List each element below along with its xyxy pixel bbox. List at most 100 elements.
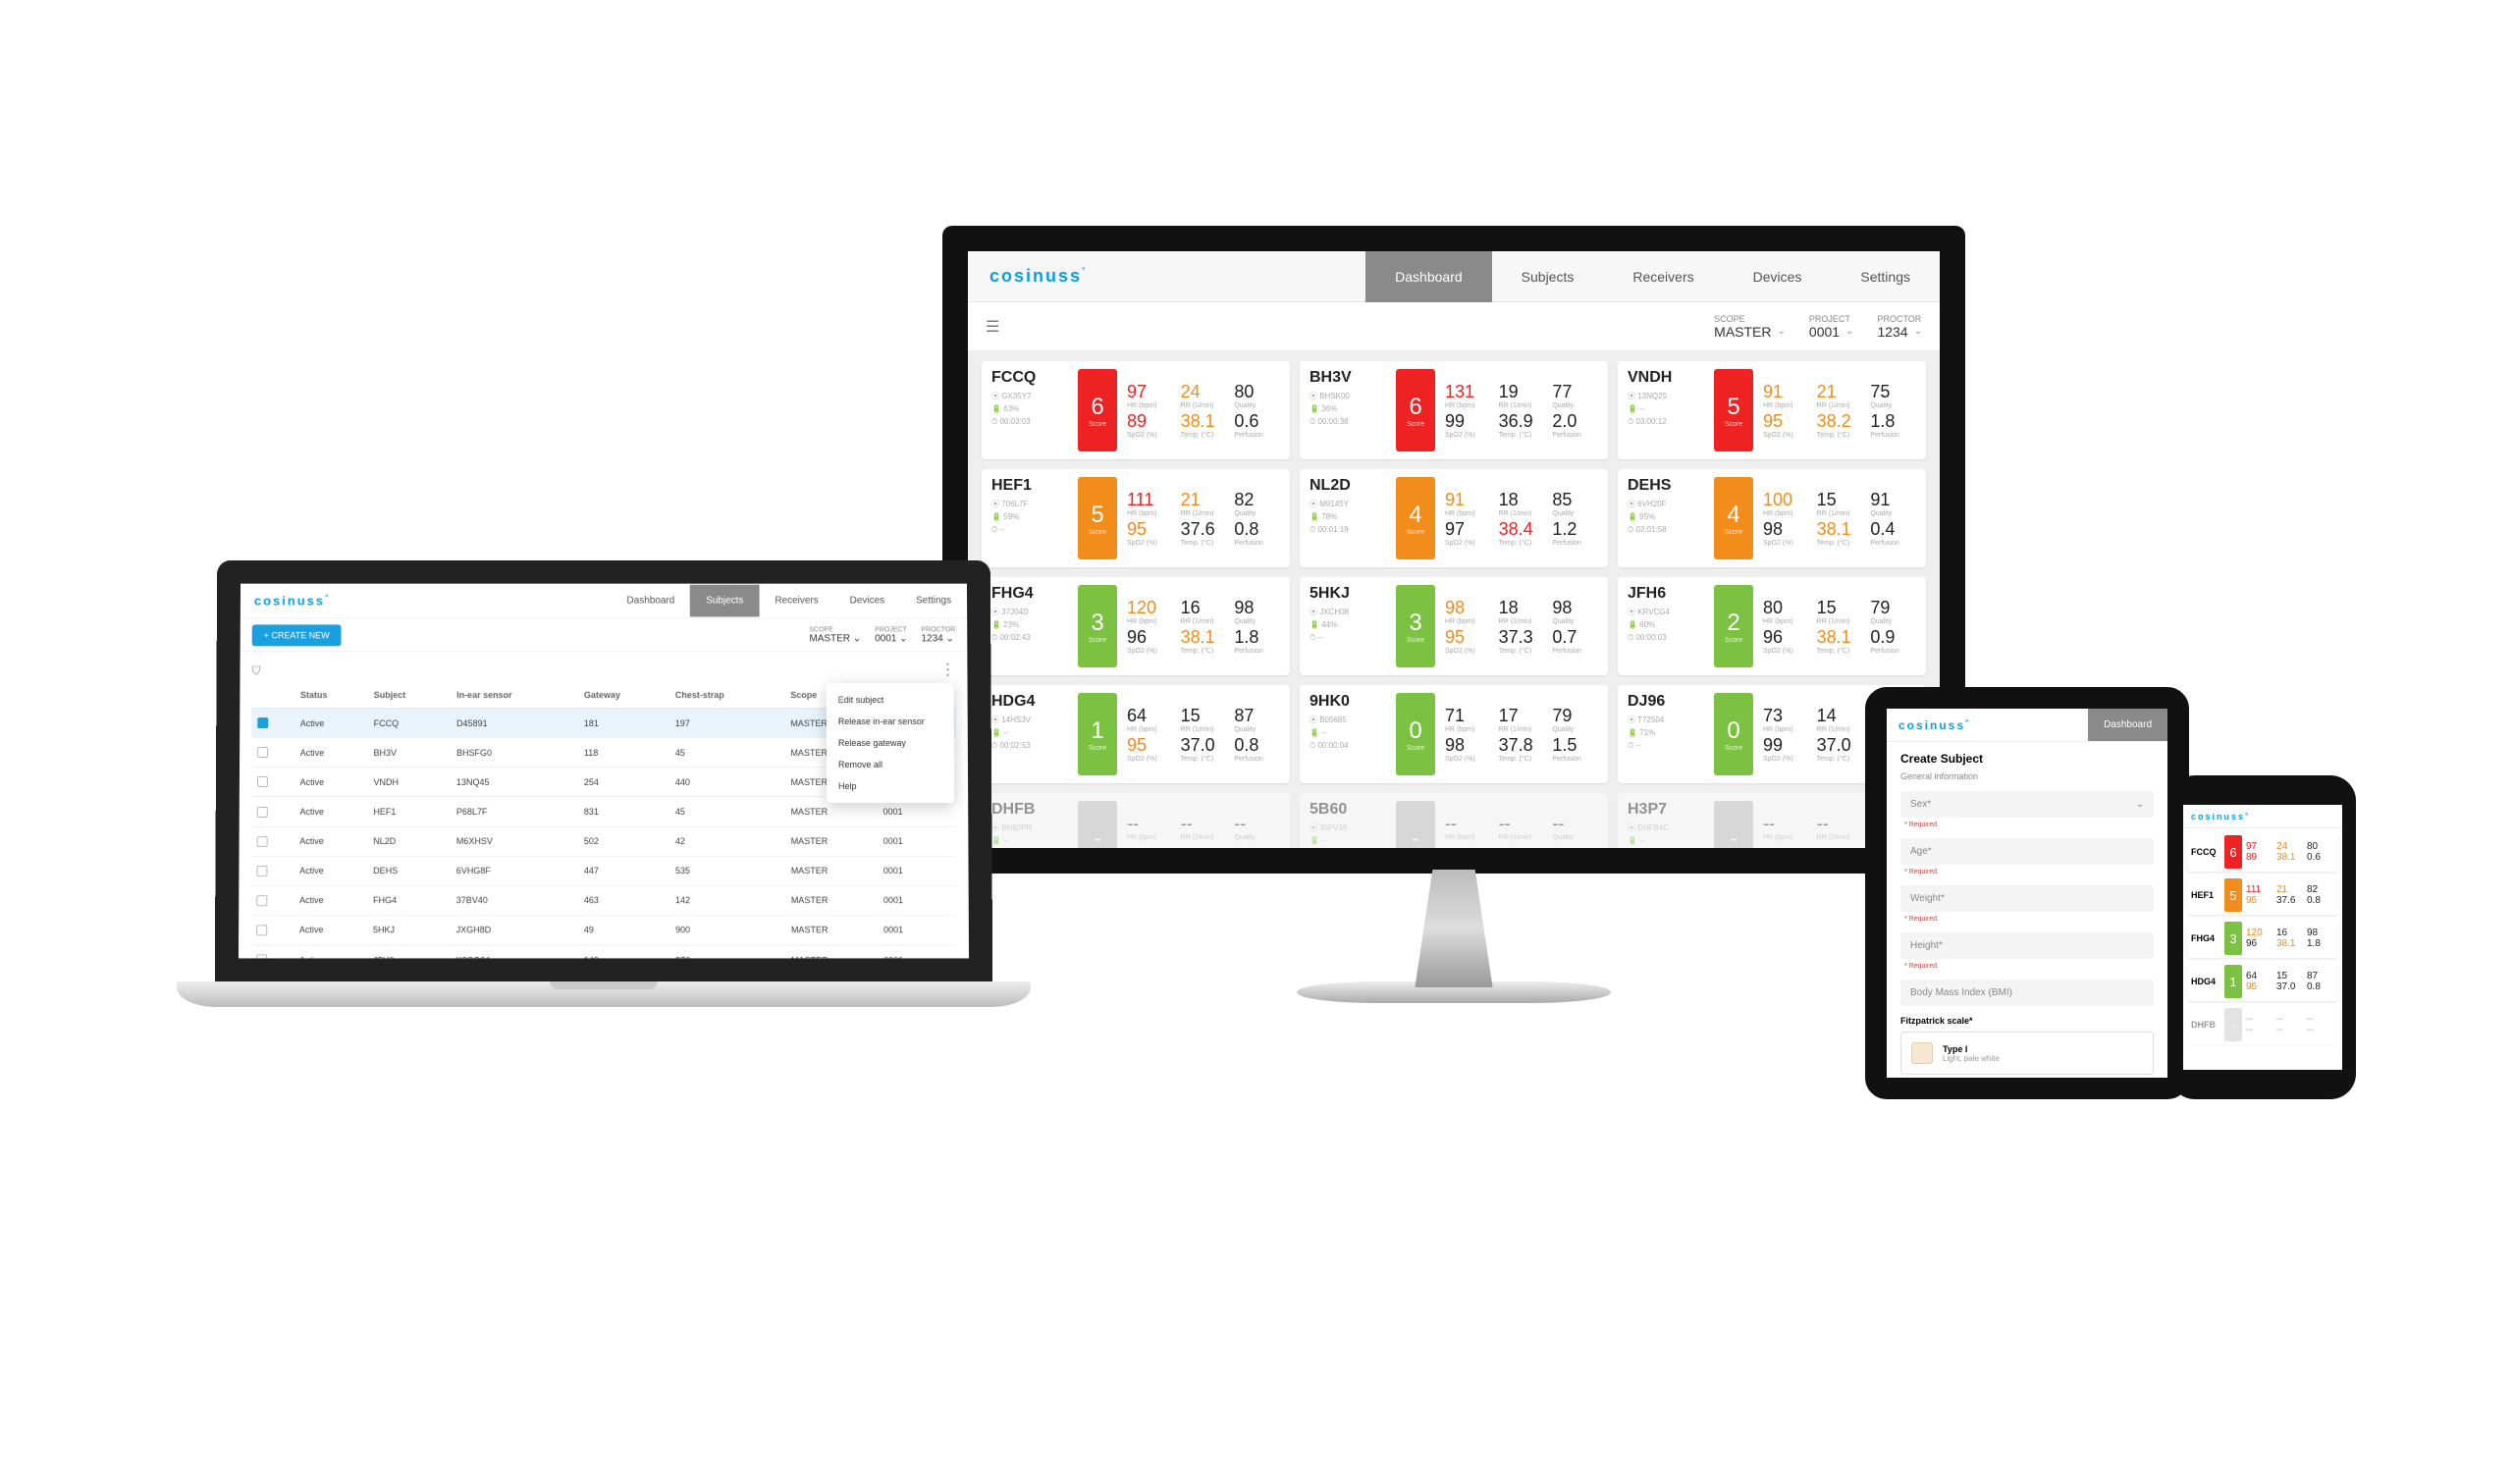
laptop-header: cosinuss° DashboardSubjectsReceiversDevi…	[241, 584, 967, 619]
proctor-select[interactable]: PROCTOR1234 ⌄	[921, 626, 955, 644]
laptop-toolbar: + CREATE NEW SCOPEMASTER ⌄ PROJECT0001 ⌄…	[241, 618, 968, 652]
chevron-down-icon: ⌄	[2136, 799, 2144, 810]
column-header[interactable]: Subject	[368, 682, 451, 708]
kebab-menu-icon[interactable]: ⋮	[939, 660, 955, 679]
column-header[interactable]: Chest-strap	[669, 682, 785, 708]
tablet-header: cosinuss° Dashboard	[1887, 709, 2167, 742]
skin-swatch	[1911, 1042, 1933, 1064]
table-row[interactable]: ActiveDEHS6VHG8F447535MASTER0001	[250, 856, 956, 885]
tab-devices[interactable]: Devices	[834, 585, 901, 617]
chevron-down-icon: ⌄	[1914, 326, 1922, 337]
create-subject-form: Create Subject General information Sex*⌄…	[1887, 742, 2167, 1085]
column-header[interactable]	[251, 682, 294, 708]
tab-dashboard[interactable]: Dashboard	[2088, 709, 2167, 741]
monitor-tabs: DashboardSubjectsReceiversDevicesSetting…	[1365, 251, 1940, 302]
tab-settings[interactable]: Settings	[1831, 251, 1940, 302]
context-menu-item[interactable]: Edit subject	[827, 689, 954, 711]
row-checkbox[interactable]	[257, 806, 268, 817]
filter-icon[interactable]: ⛉	[251, 660, 260, 682]
form-field[interactable]: Age*	[1900, 838, 2154, 865]
tablet-screen: cosinuss° Dashboard Create Subject Gener…	[1865, 687, 2189, 1099]
subject-card[interactable]: 5HKJ⦿ JXCH08🔋 44%⏱ --3Score98HR (bpm)18R…	[1300, 577, 1608, 675]
subjects-panel: ⛉ ⋮ Edit subjectRelease in-ear sensorRel…	[238, 652, 970, 981]
tablet-device: cosinuss° Dashboard Create Subject Gener…	[1865, 687, 2189, 1099]
row-checkbox[interactable]	[256, 866, 267, 876]
tab-settings[interactable]: Settings	[900, 585, 967, 617]
subject-card[interactable]: JFH6⦿ KRVCG4🔋 60%⏱ 00:00:032Score80HR (b…	[1618, 577, 1926, 675]
laptop-screen: cosinuss° DashboardSubjectsReceiversDevi…	[215, 560, 992, 982]
tab-subjects[interactable]: Subjects	[1492, 251, 1604, 302]
subject-card[interactable]: HDG4⦿ 14HS3V🔋 --⏱ 00:02:531Score64HR (bp…	[982, 685, 1290, 783]
phone-card-list: FCCQ69724808938.10.6HEF1511121829537.60.…	[2183, 828, 2342, 1048]
context-menu-item[interactable]: Release in-ear sensor	[827, 711, 954, 732]
tab-subjects[interactable]: Subjects	[690, 585, 759, 617]
subject-card[interactable]: FHG4⦿ 37J04D🔋 23%⏱ 00:02:433Score120HR (…	[982, 577, 1290, 675]
table-row[interactable]: ActiveNL2DM6XHSV50242MASTER0001	[251, 826, 957, 856]
subject-card[interactable]: DHFB-------------	[2187, 1005, 2338, 1044]
required-hint: * Required	[1904, 916, 2154, 923]
subject-card[interactable]: FCCQ⦿ GX35Y7🔋 63%⏱ 00:03:036Score97HR (b…	[982, 361, 1290, 459]
subject-card[interactable]: HDG416415879537.00.8	[2187, 962, 2338, 1001]
fitzpatrick-option[interactable]: Type I Light, pale white	[1900, 1032, 2154, 1075]
column-header[interactable]: In-ear sensor	[451, 682, 578, 708]
required-hint: * Required	[1904, 963, 2154, 970]
table-row[interactable]: Active5HKJJXGH8D49900MASTER0001	[250, 916, 957, 945]
table-row[interactable]: ActiveFHG437BV40463142MASTER0001	[250, 885, 957, 915]
phone-screen: cosinuss° FCCQ69724808938.10.6HEF1511121…	[2169, 775, 2356, 1099]
form-field[interactable]: Body Mass Index (BMI)	[1900, 980, 2154, 1006]
row-checkbox[interactable]	[257, 747, 268, 758]
laptop-device: cosinuss° DashboardSubjectsReceiversDevi…	[216, 559, 991, 1007]
subject-card[interactable]: VNDH⦿ 13NQ25🔋 --⏱ 03:00:125Score91HR (bp…	[1618, 361, 1926, 459]
scope-select[interactable]: SCOPEMASTER ⌄	[809, 626, 861, 644]
subject-card[interactable]: FCCQ69724808938.10.6	[2187, 832, 2338, 872]
subject-card[interactable]: DEHS⦿ 6VH20F🔋 95%⏱ 02:01:584Score100HR (…	[1618, 469, 1926, 567]
tab-dashboard[interactable]: Dashboard	[1365, 251, 1492, 302]
dashboard-grid: FCCQ⦿ GX35Y7🔋 63%⏱ 00:03:036Score97HR (b…	[968, 351, 1940, 874]
row-checkbox[interactable]	[256, 925, 267, 935]
column-header[interactable]: Gateway	[578, 682, 669, 708]
phone-device: cosinuss° FCCQ69724808938.10.6HEF1511121…	[2169, 775, 2356, 1099]
laptop-tabs: DashboardSubjectsReceiversDevicesSetting…	[612, 585, 968, 617]
subject-card[interactable]: 5B60⦿ 35FV39🔋 --⏱ 00:00:00-Score--HR (bp…	[1300, 793, 1608, 874]
table-row[interactable]: ActiveJFH6K8CG34149876MASTER0001	[250, 945, 957, 975]
monitor-screen: cosinuss° DashboardSubjectsReceiversDevi…	[942, 226, 1965, 874]
tab-receivers[interactable]: Receivers	[1603, 251, 1723, 302]
proctor-select[interactable]: PROCTOR 1234⌄	[1877, 314, 1922, 340]
tab-receivers[interactable]: Receivers	[759, 585, 833, 617]
form-field[interactable]: Sex*⌄	[1900, 791, 2154, 818]
subject-card[interactable]: HEF1511121829537.60.8	[2187, 875, 2338, 915]
row-checkbox[interactable]	[256, 955, 267, 966]
tab-dashboard[interactable]: Dashboard	[612, 585, 691, 617]
monitor-header: cosinuss° DashboardSubjectsReceiversDevi…	[968, 251, 1940, 302]
chevron-down-icon: ⌄	[1778, 326, 1786, 337]
subject-card[interactable]: HEF1⦿ 706L7F🔋 59%⏱ --5Score111HR (bpm)21…	[982, 469, 1290, 567]
row-checkbox[interactable]	[257, 776, 268, 787]
row-checkbox[interactable]	[257, 836, 268, 847]
chevron-down-icon: ⌄	[1845, 326, 1853, 337]
create-new-button[interactable]: + CREATE NEW	[252, 624, 342, 646]
tab-devices[interactable]: Devices	[1724, 251, 1832, 302]
subject-card[interactable]: BH3V⦿ BHSK00🔋 36%⏱ 00:00:386Score131HR (…	[1300, 361, 1608, 459]
required-hint: * Required	[1904, 822, 2154, 828]
subject-card[interactable]: 9HK0⦿ B05685🔋 --⏱ 00:00:040Score71HR (bp…	[1300, 685, 1608, 783]
filter-icon[interactable]: ☰	[986, 317, 999, 337]
subject-card[interactable]: NL2D⦿ M9145Y🔋 78%⏱ 00:01:194Score91HR (b…	[1300, 469, 1608, 567]
project-select[interactable]: PROJECT 0001⌄	[1809, 314, 1854, 340]
context-menu-item[interactable]: Release gateway	[827, 732, 954, 754]
phone-header: cosinuss°	[2183, 805, 2342, 828]
context-menu-item[interactable]: Remove all	[827, 754, 954, 775]
required-hint: * Required	[1904, 869, 2154, 875]
context-menu-item[interactable]: Help	[827, 775, 954, 797]
column-header[interactable]: Status	[294, 682, 368, 708]
row-checkbox[interactable]	[256, 895, 267, 906]
monitor-device: cosinuss° DashboardSubjectsReceiversDevi…	[942, 226, 1965, 1003]
scope-select[interactable]: SCOPE MASTER⌄	[1714, 314, 1786, 340]
form-section: General information	[1900, 771, 2154, 781]
brand-logo: cosinuss°	[2183, 812, 2258, 822]
form-field[interactable]: Height*	[1900, 932, 2154, 959]
subject-card[interactable]: DHFB⦿ BN82PR🔋 --⏱ ---Score--HR (bpm)--RR…	[982, 793, 1290, 874]
subject-card[interactable]: FHG4312016989638.11.8	[2187, 919, 2338, 958]
project-select[interactable]: PROJECT0001 ⌄	[875, 626, 907, 644]
row-checkbox[interactable]	[257, 717, 268, 728]
form-field[interactable]: Weight*	[1900, 885, 2154, 912]
